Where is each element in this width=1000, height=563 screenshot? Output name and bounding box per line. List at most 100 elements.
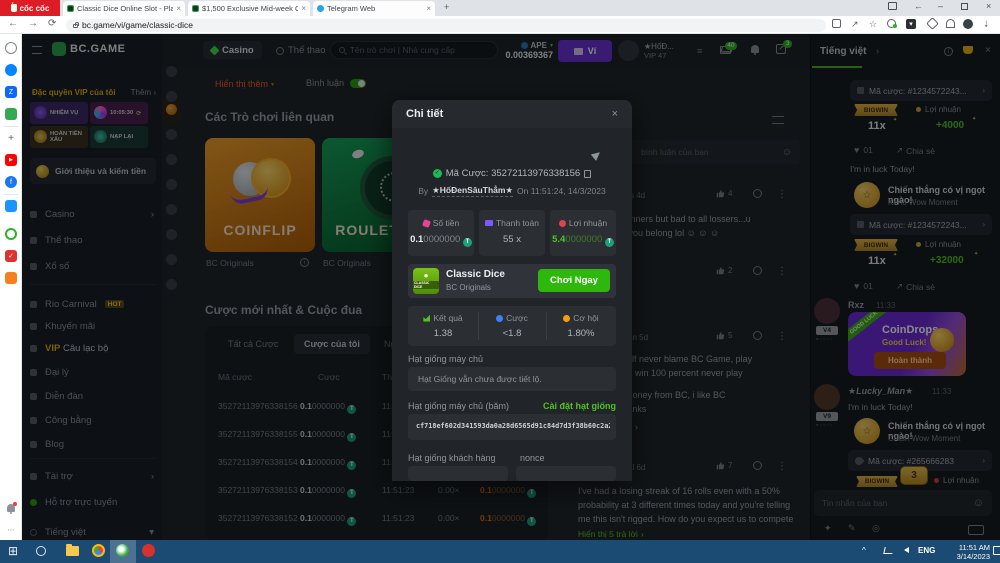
person-icon[interactable] (946, 19, 955, 28)
classic-dice-icon-label: CLASSIC DICE (413, 281, 439, 289)
back-icon[interactable]: ← (8, 18, 18, 29)
modal-header: Chi tiết × (392, 100, 632, 128)
seed-settings-link[interactable]: Cài đặt hạt giống (543, 401, 616, 411)
server-seed-label: Hạt giống máy chủ (408, 354, 483, 364)
promo-favicon (192, 5, 199, 12)
usdt-coin-icon: T (605, 238, 614, 247)
pin-window-icon[interactable]: ← (914, 1, 923, 11)
divider (4, 126, 18, 127)
client-seed-box[interactable] (408, 466, 508, 481)
modal-close-icon[interactable]: × (612, 108, 618, 120)
hashed-seed-box: cf718ef602d341593da0a28d6565d91c84d7d3f3… (408, 414, 616, 440)
tiki-icon[interactable] (5, 200, 17, 212)
more-icon[interactable]: ⋯ (5, 524, 17, 536)
network-icon[interactable] (883, 547, 893, 554)
bet-id-value: 35272113976338156 (491, 168, 580, 179)
reload-icon[interactable]: ⟳ (48, 18, 56, 29)
browser-tab-1[interactable]: Classic Dice Online Slot - Pla × (63, 1, 185, 16)
cart-icon[interactable] (5, 272, 17, 284)
bcgame-favicon (67, 5, 74, 12)
server-seed-value: Hạt Giống vẫn chưa được tiết lộ. (418, 374, 542, 384)
browser-tab-2[interactable]: $1,500 Exclusive Mid-week C × (188, 1, 310, 16)
zalo-letter: Z (9, 89, 13, 96)
file-explorer-icon[interactable] (66, 546, 79, 556)
new-tab-button[interactable]: + (444, 2, 449, 12)
player-name[interactable]: ★HốĐenSâuThẳm★ (432, 185, 513, 197)
client-seed-label: Hạt giống khách hàng (408, 453, 496, 463)
maximize-button[interactable] (961, 3, 968, 10)
youtube-icon[interactable]: ▶ (5, 154, 17, 166)
downloads-tray-icon[interactable]: ⭣ (984, 19, 988, 30)
taskbar-search-icon[interactable] (36, 546, 46, 556)
tab-title: Telegram Web (327, 4, 423, 13)
games-icon[interactable] (5, 108, 17, 120)
chrome-icon[interactable] (92, 544, 105, 557)
dice-icon (422, 219, 431, 228)
cookie-badge (893, 24, 897, 28)
nonce-box[interactable] (516, 466, 616, 481)
add-shortcut-icon[interactable]: + (5, 132, 17, 144)
zalo-icon[interactable]: Z (5, 86, 17, 98)
stat-payout-box: Thanh toán 55 x (479, 210, 545, 256)
language-indicator[interactable]: ENG (918, 546, 935, 555)
notification-bell-icon[interactable] (5, 502, 17, 514)
bet-id-row: ✓ Mã Cược: 35272113976338156 (392, 168, 632, 179)
volume-icon[interactable] (904, 547, 909, 553)
bet-author-row: By ★HốĐenSâuThẳm★ On 11:51:24, 14/3/2023 (392, 185, 632, 197)
green-app-icon[interactable] (5, 228, 17, 240)
server-seed-box: Hạt Giống vẫn chưa được tiết lộ. (408, 367, 616, 391)
game-provider: BC Originals (446, 283, 491, 292)
facebook-icon[interactable]: f (5, 176, 17, 188)
tab-title: Classic Dice Online Slot - Pla (77, 4, 173, 13)
stat-profit-box: Lợi nhuận 5.40000000 T (550, 210, 616, 256)
payout-card-icon (485, 220, 493, 226)
lock-icon (73, 24, 78, 28)
chance-value: 1.80% (546, 328, 616, 339)
cookie-shield-icon[interactable] (887, 19, 896, 28)
taskbar-clock[interactable]: 11:51 AM 3/14/2023 (938, 543, 990, 561)
coccoc-brand-label: cốc cốc (20, 4, 50, 13)
tray-time: 11:51 AM (938, 543, 990, 552)
play-now-button[interactable]: Chơi Ngay (538, 269, 610, 292)
window-close-button[interactable]: × (986, 1, 991, 11)
modal-share-icon[interactable]: ▶ (589, 147, 604, 162)
stat-profit-value: 5.40000000 T (550, 234, 616, 247)
tab-close-icon[interactable]: × (176, 4, 181, 13)
bet-target-value: <1.8 (478, 328, 546, 339)
hashed-seed-value: cf718ef602d341593da0a28d6565d91c84d7d3f3… (416, 422, 610, 430)
page-url: bc.game/vi/game/classic-dice (82, 20, 193, 30)
minimize-button[interactable]: – (938, 1, 943, 11)
history-icon[interactable] (5, 42, 17, 54)
action-center-icon[interactable] (993, 546, 1000, 555)
tray-expand-icon[interactable]: ^ (862, 546, 866, 555)
modal-title: Chi tiết (406, 108, 443, 120)
start-button[interactable]: ⊞ (8, 544, 18, 558)
tab-close-icon[interactable]: × (426, 4, 431, 13)
bookmark-star-icon[interactable]: ☆ (869, 19, 877, 30)
red-app-icon[interactable] (142, 544, 155, 557)
result-stats-box: Kết quả 1.38 Cược <1.8 Cơ hội 1.80% (408, 306, 616, 346)
coccoc-taskbar-icon[interactable] (116, 544, 129, 557)
profile-avatar-icon[interactable] (963, 19, 973, 29)
verified-icon: ✓ (433, 169, 442, 178)
check-icon: ✓ (8, 252, 14, 260)
tab-search-icon[interactable] (888, 2, 897, 10)
save-page-icon[interactable] (832, 19, 841, 28)
tab-close-icon[interactable]: × (301, 4, 306, 13)
download-manager-icon[interactable]: ▾ (906, 19, 916, 29)
result-value: 1.38 (408, 328, 478, 339)
divider (4, 194, 18, 195)
copy-icon[interactable] (584, 170, 591, 178)
nonce-label: nonce (520, 453, 545, 463)
stat-amount-value: 0.10000000 T (408, 234, 474, 247)
browser-tab-3[interactable]: Telegram Web × (313, 1, 435, 16)
coccoc-brand[interactable]: cốc cốc (0, 0, 60, 16)
telegram-favicon (317, 5, 324, 12)
share-icon[interactable]: ↗ (851, 19, 859, 30)
facebook-letter: f (10, 179, 12, 186)
address-bar[interactable]: bc.game/vi/game/classic-dice (66, 19, 826, 32)
game-title: Classic Dice (446, 269, 505, 280)
messenger-icon[interactable] (5, 64, 17, 76)
check-app-icon[interactable]: ✓ (5, 250, 17, 262)
forward-icon[interactable]: → (28, 18, 38, 29)
